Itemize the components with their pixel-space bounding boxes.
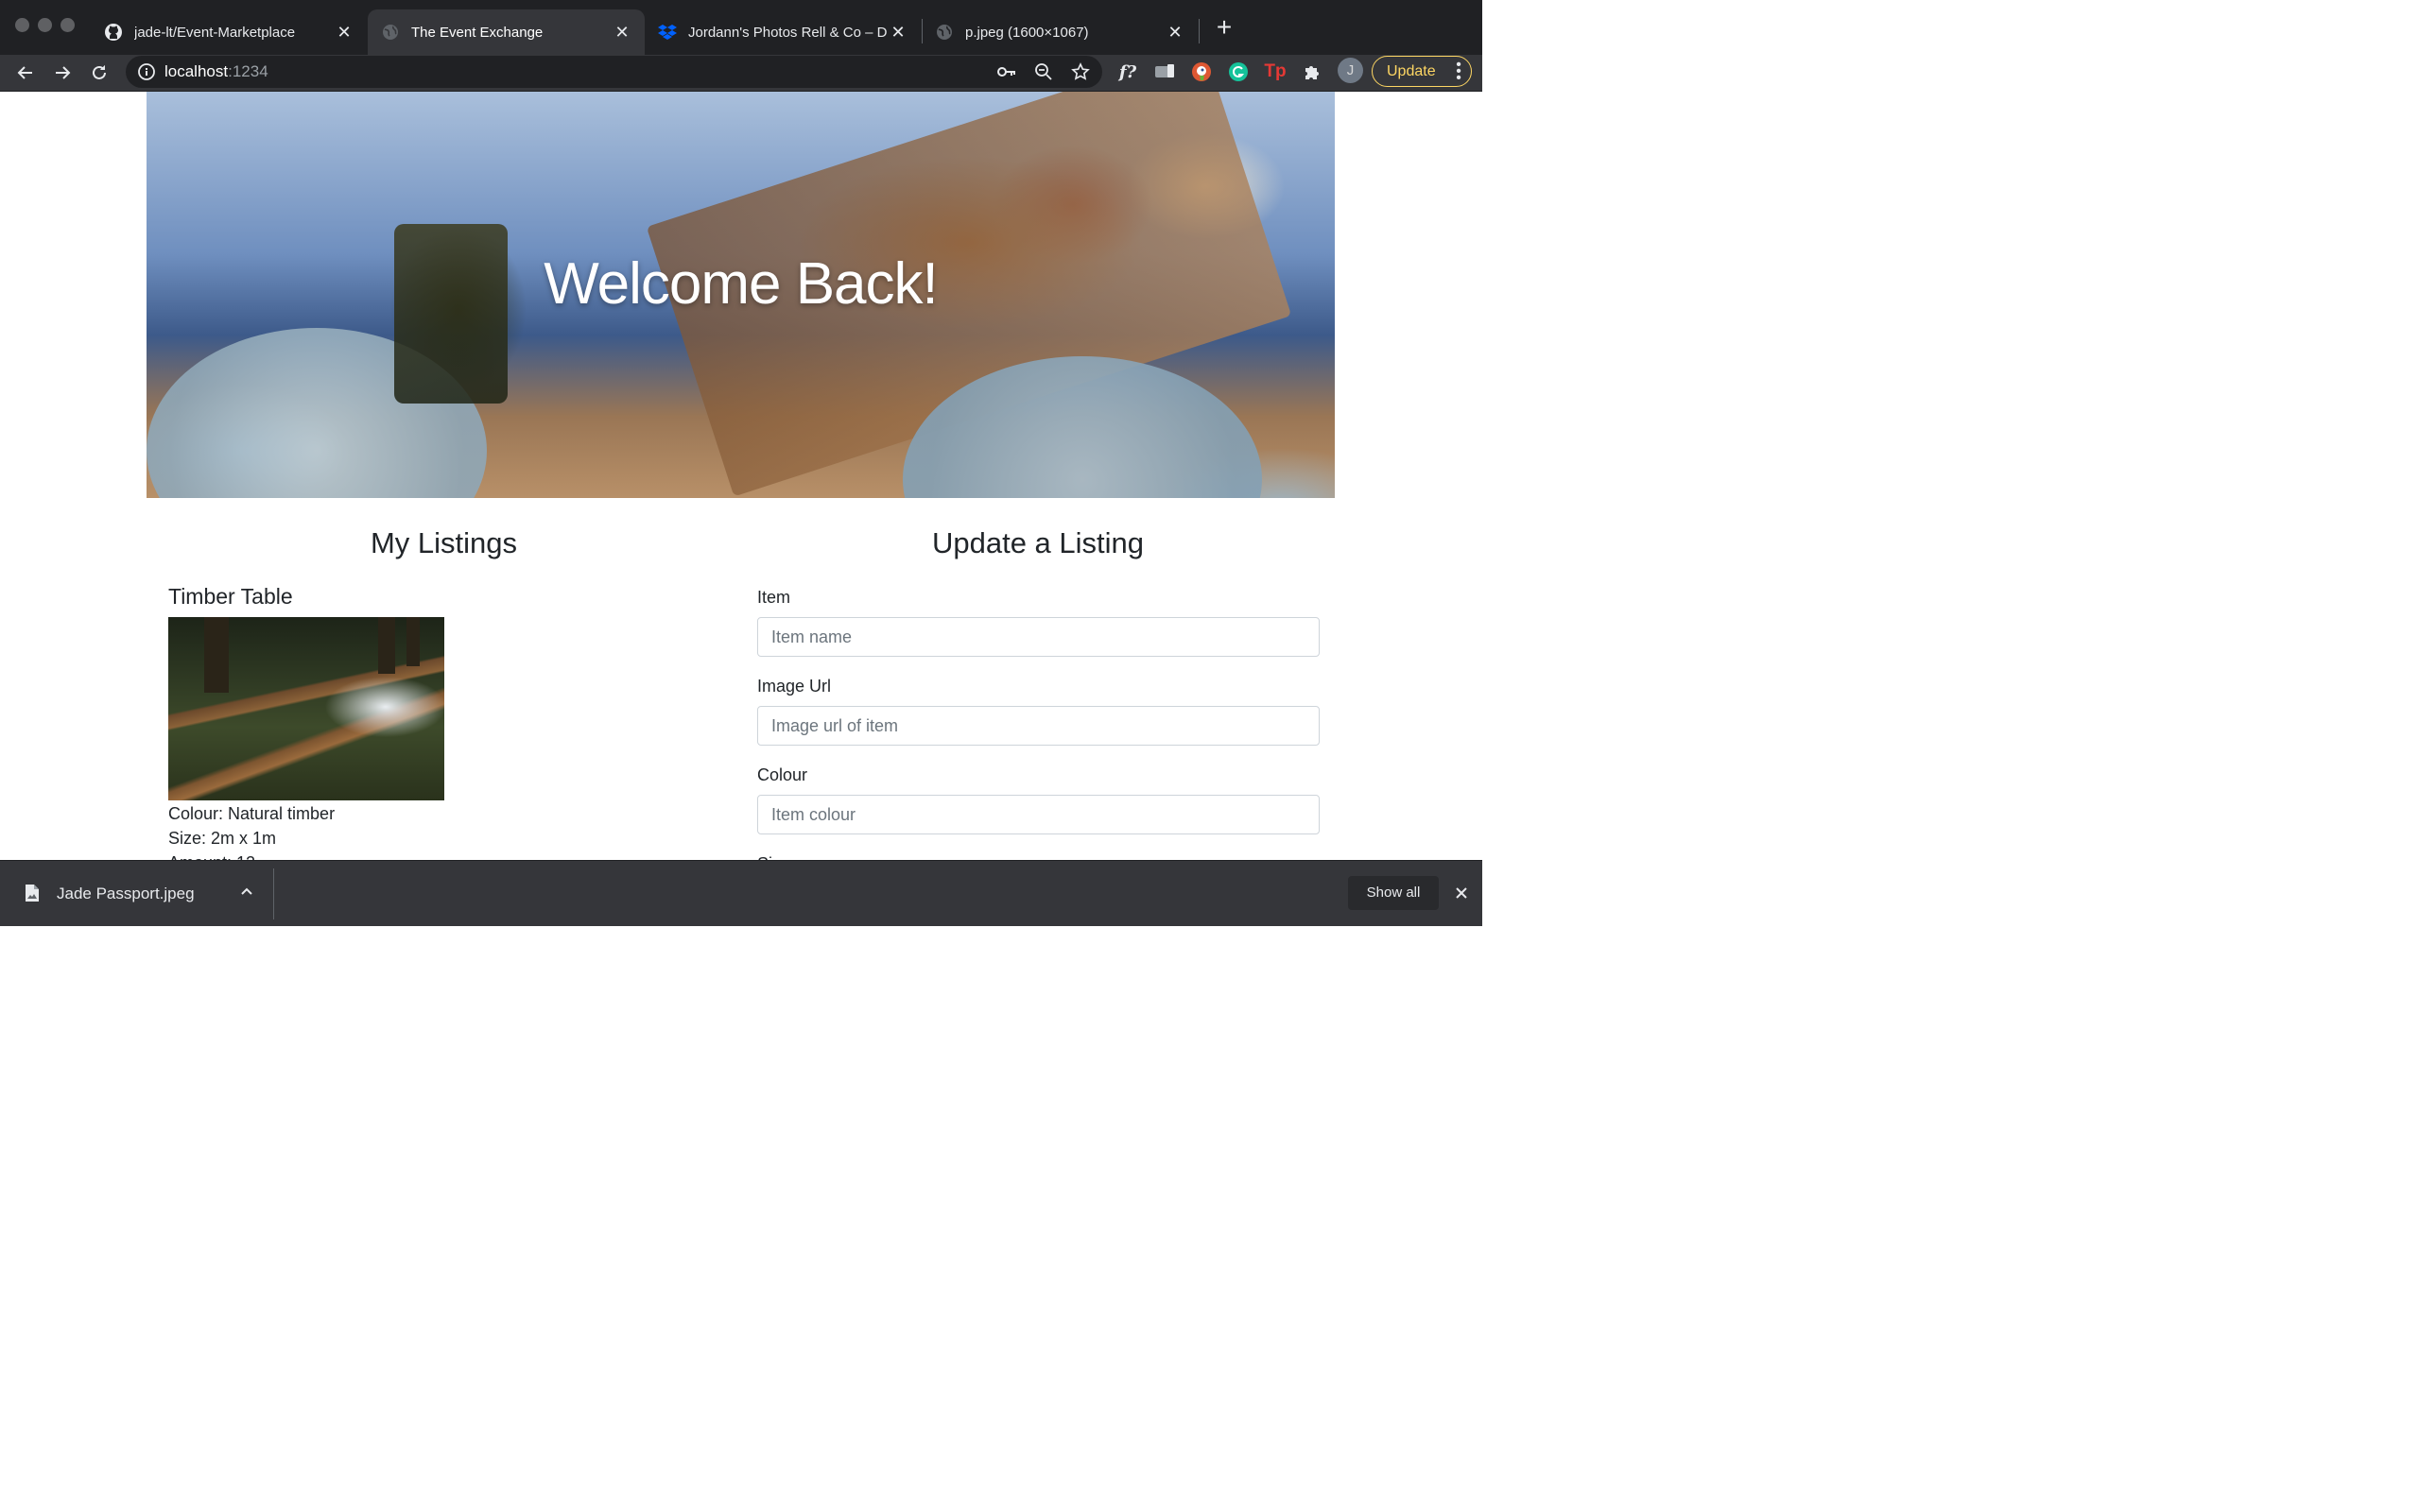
dropbox-icon — [658, 23, 677, 42]
chevron-up-icon[interactable] — [238, 884, 255, 901]
shelf-divider — [273, 868, 274, 919]
tab-title: Jordann's Photos Rell & Co – D — [688, 24, 888, 41]
image-url-label: Image Url — [757, 677, 832, 696]
url-port: :1234 — [228, 62, 268, 80]
tab-separator — [1199, 19, 1200, 43]
photo-tree — [406, 617, 420, 666]
tab-dropbox[interactable]: Jordann's Photos Rell & Co – D ✕ — [645, 9, 921, 55]
formula-icon[interactable]: f? — [1115, 59, 1141, 85]
update-button[interactable]: Update • • • — [1372, 56, 1472, 87]
grammarly-icon[interactable] — [1225, 59, 1252, 85]
extension-label: Tp — [1264, 61, 1287, 81]
globe-icon — [935, 23, 954, 42]
address-bar[interactable]: localhost:1234 — [126, 56, 1102, 88]
close-icon[interactable]: ✕ — [613, 23, 631, 42]
key-icon[interactable] — [996, 61, 1017, 82]
download-file-name[interactable]: Jade Passport.jpeg — [57, 885, 195, 903]
colour-label: Colour — [757, 765, 808, 784]
site-info-icon[interactable] — [137, 62, 156, 81]
close-icon[interactable]: ✕ — [1166, 23, 1184, 42]
tab-github[interactable]: jade-lt/Event-Marketplace ✕ — [91, 9, 367, 55]
listing-colour: Colour: Natural timber — [168, 804, 336, 823]
profile-avatar[interactable]: J — [1338, 58, 1363, 83]
reload-icon[interactable] — [85, 59, 113, 87]
close-window-dot[interactable] — [15, 18, 29, 32]
zoom-out-icon[interactable] — [1033, 61, 1054, 82]
tp-icon[interactable]: Tp — [1262, 59, 1288, 85]
my-listings-heading: My Listings — [370, 526, 518, 559]
listing-size: Size: 2m x 1m — [168, 829, 277, 848]
item-label: Item — [757, 588, 791, 607]
colour-input[interactable] — [757, 795, 1320, 834]
duckduckgo-icon[interactable] — [1188, 59, 1215, 85]
photo-tree — [378, 617, 395, 674]
zoom-window-dot[interactable] — [60, 18, 75, 32]
url-host: localhost — [164, 62, 229, 80]
listing-image — [168, 617, 444, 800]
puzzle-icon[interactable] — [1299, 59, 1325, 85]
image-file-icon — [25, 884, 40, 902]
globe-icon — [381, 23, 400, 42]
update-label: Update — [1387, 62, 1436, 79]
browser-toolbar: localhost:1234 f? Tp J Update • • • — [0, 55, 1482, 92]
minimize-window-dot[interactable] — [38, 18, 52, 32]
tab-title: The Event Exchange — [411, 24, 544, 41]
bookmark-star-icon[interactable] — [1070, 61, 1091, 82]
image-url-input[interactable] — [757, 706, 1320, 746]
screen-icon[interactable] — [1151, 59, 1178, 85]
extension-label: f? — [1118, 61, 1137, 82]
tab-title: jade-lt/Event-Marketplace — [134, 24, 296, 41]
back-arrow-icon[interactable] — [11, 59, 40, 87]
tab-event-exchange[interactable]: The Event Exchange ✕ — [368, 9, 645, 55]
update-listing-heading: Update a Listing — [931, 526, 1145, 559]
tab-bar: jade-lt/Event-Marketplace ✕ The Event Ex… — [0, 0, 1482, 55]
item-name-input[interactable] — [757, 617, 1320, 657]
photo-tree — [204, 617, 229, 693]
listing-title: Timber Table — [168, 584, 293, 609]
show-all-button[interactable]: Show all — [1348, 876, 1439, 910]
close-icon[interactable]: ✕ — [335, 23, 354, 42]
github-icon — [104, 23, 123, 42]
hero-banner: Welcome Back! — [147, 92, 1335, 498]
hero-title: Welcome Back! — [544, 251, 939, 317]
close-icon[interactable]: ✕ — [889, 23, 908, 42]
download-shelf: Jade Passport.jpeg Show all — [0, 860, 1482, 926]
new-tab-plus-icon[interactable]: + — [1212, 14, 1236, 41]
close-icon[interactable] — [1452, 884, 1471, 902]
tab-image[interactable]: p.jpeg (1600×1067) ✕ — [922, 9, 1198, 55]
more-menu-icon[interactable]: • • • — [1456, 58, 1461, 86]
tab-title: p.jpeg (1600×1067) — [965, 24, 1089, 41]
url-text: localhost:1234 — [164, 62, 268, 81]
forward-arrow-icon[interactable] — [48, 59, 77, 87]
